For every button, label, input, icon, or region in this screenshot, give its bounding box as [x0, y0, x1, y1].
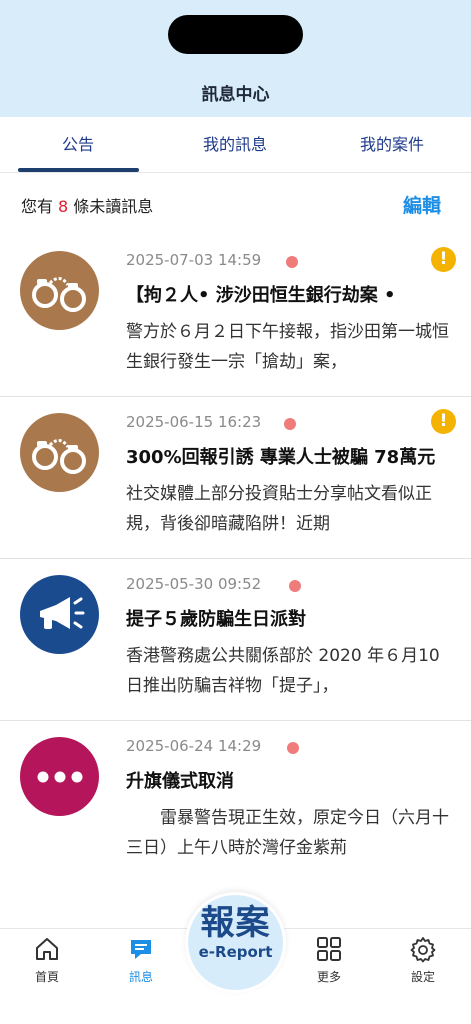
important-alert-icon: ! [431, 409, 456, 434]
unread-summary-row: 您有 8 條未讀訊息 編輯 [0, 173, 471, 235]
edit-button[interactable]: 編輯 [403, 191, 441, 218]
nav-settings[interactable]: 設定 [393, 935, 453, 985]
unread-dot [286, 256, 298, 268]
message-item[interactable]: 2025-07-03 14:59 ! 【拘２人• 涉沙田恒生銀行劫案 • 警方於… [0, 235, 471, 397]
tab-bar: 公告 我的訊息 我的案件 [0, 117, 471, 173]
tab-my-cases[interactable]: 我的案件 [332, 117, 452, 173]
message-date: 2025-07-03 14:59 [126, 251, 262, 269]
unread-dot [289, 580, 301, 592]
important-alert-icon: ! [431, 247, 456, 272]
nav-home[interactable]: 首頁 [17, 935, 77, 985]
tab-my-messages[interactable]: 我的訊息 [175, 117, 295, 173]
e-report-label-en: e-Report [198, 943, 273, 961]
megaphone-icon [20, 575, 99, 654]
message-date: 2025-05-30 09:52 [126, 575, 262, 593]
message-title: 【拘２人• 涉沙田恒生銀行劫案 • [126, 285, 396, 306]
app-header: 訊息中心 [0, 0, 471, 117]
message-item[interactable]: 2025-06-24 14:29 升旗儀式取消 雷暴警告現正生效，原定今日（六月… [0, 721, 471, 883]
unread-dot [284, 418, 296, 430]
page-title: 訊息中心 [201, 85, 270, 105]
home-icon [36, 938, 58, 960]
more-dots-icon [20, 737, 99, 816]
message-preview: 香港警務處公共關係部於 2020 年６月10日推出防騙吉祥物「提子」， [126, 646, 440, 696]
unread-summary: 您有 8 條未讀訊息 [21, 193, 153, 217]
message-item[interactable]: 2025-06-15 16:23 ! 300%回報引誘 專業人士被騙 78萬元 … [0, 397, 471, 559]
nav-more[interactable]: 更多 [299, 935, 359, 985]
nav-settings-label: 設定 [410, 970, 435, 984]
message-title: 提子５歲防騙生日派對 [126, 609, 306, 630]
tab-announcements[interactable]: 公告 [18, 117, 138, 173]
nav-more-label: 更多 [316, 970, 341, 984]
message-preview: 警方於６月２日下午接報，指沙田第一城恒生銀行發生一宗「搶劫」案， [126, 322, 449, 372]
gear-icon [410, 937, 436, 963]
unread-dot [287, 742, 299, 754]
unread-count: 8 [58, 197, 69, 216]
message-title: 300%回報引誘 專業人士被騙 78萬元 [126, 447, 436, 468]
message-icon [131, 940, 151, 959]
device-notch [168, 15, 303, 54]
e-report-button[interactable]: 報案 e-Report [185, 892, 286, 993]
nav-home-label: 首頁 [34, 970, 59, 984]
unread-prefix: 您有 [21, 197, 54, 216]
message-date: 2025-06-15 16:23 [126, 413, 262, 431]
message-date: 2025-06-24 14:29 [126, 737, 262, 755]
message-item[interactable]: 2025-05-30 09:52 提子５歲防騙生日派對 香港警務處公共關係部於 … [0, 559, 471, 721]
active-tab-indicator [18, 168, 139, 172]
message-preview: 雷暴警告現正生效，原定今日（六月十三日）上午八時於灣仔金紫荊 [126, 808, 449, 858]
nav-messages[interactable]: 訊息 [111, 935, 171, 985]
unread-suffix: 條未讀訊息 [73, 197, 154, 216]
message-preview: 社交媒體上部分投資貼士分享帖文看似正規，背後卻暗藏陷阱！近期 [126, 484, 432, 534]
handcuffs-icon [20, 413, 99, 492]
handcuffs-icon [20, 251, 99, 330]
nav-messages-label: 訊息 [128, 970, 153, 984]
e-report-label-zh: 報案 [200, 903, 271, 943]
grid-icon [317, 937, 341, 961]
message-title: 升旗儀式取消 [126, 771, 234, 792]
